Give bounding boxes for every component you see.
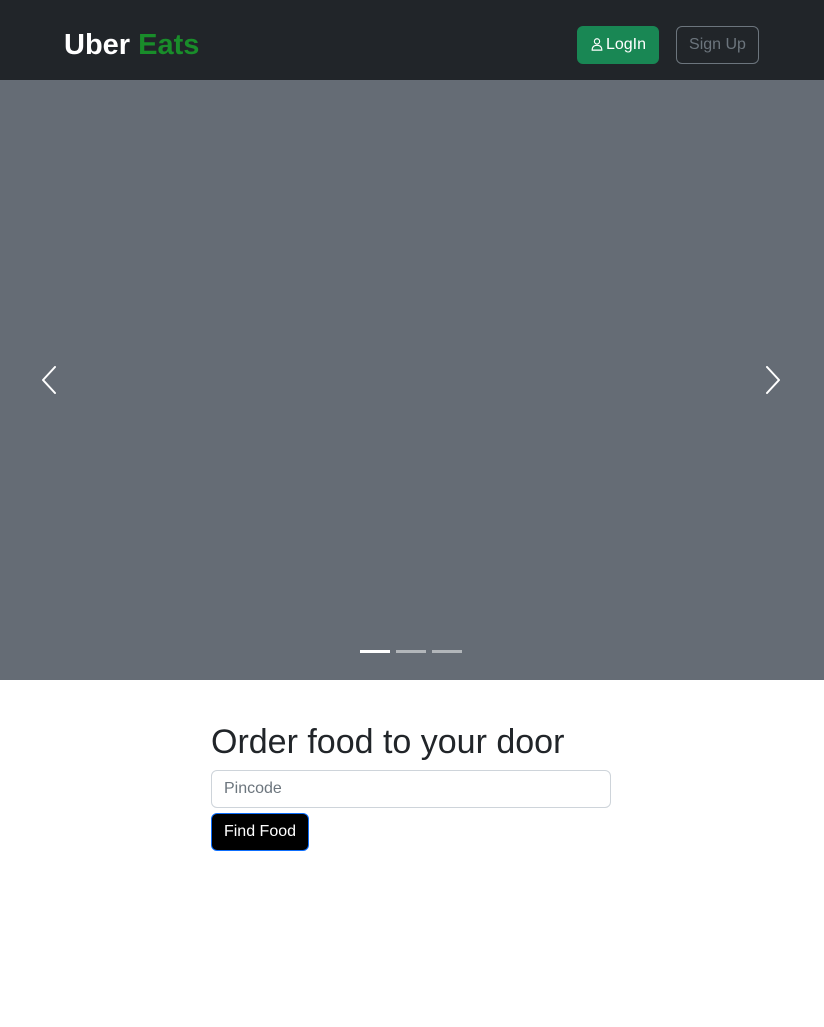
brand-eats: Eats [138,29,200,61]
chevron-left-icon [42,366,56,394]
hero-carousel [0,80,824,680]
carousel-next-button[interactable] [724,80,824,680]
carousel-indicator-3[interactable] [432,650,462,653]
carousel-indicator-1[interactable] [360,650,390,653]
navbar: Uber Eats LogIn Sign Up [0,0,824,80]
signup-button[interactable]: Sign Up [676,26,759,64]
pincode-input[interactable] [211,770,611,808]
login-label: LogIn [605,36,647,53]
carousel-indicator-2[interactable] [396,650,426,653]
brand-logo[interactable]: Uber Eats [64,27,199,63]
login-button[interactable]: LogIn [577,26,659,64]
brand-uber: Uber [64,29,131,61]
person-icon [590,29,604,51]
order-heading: Order food to your door [211,723,565,761]
carousel-prev-button[interactable] [0,80,100,680]
find-food-button[interactable]: Find Food [211,813,309,851]
carousel-indicators [0,650,824,654]
chevron-right-icon [766,366,780,394]
